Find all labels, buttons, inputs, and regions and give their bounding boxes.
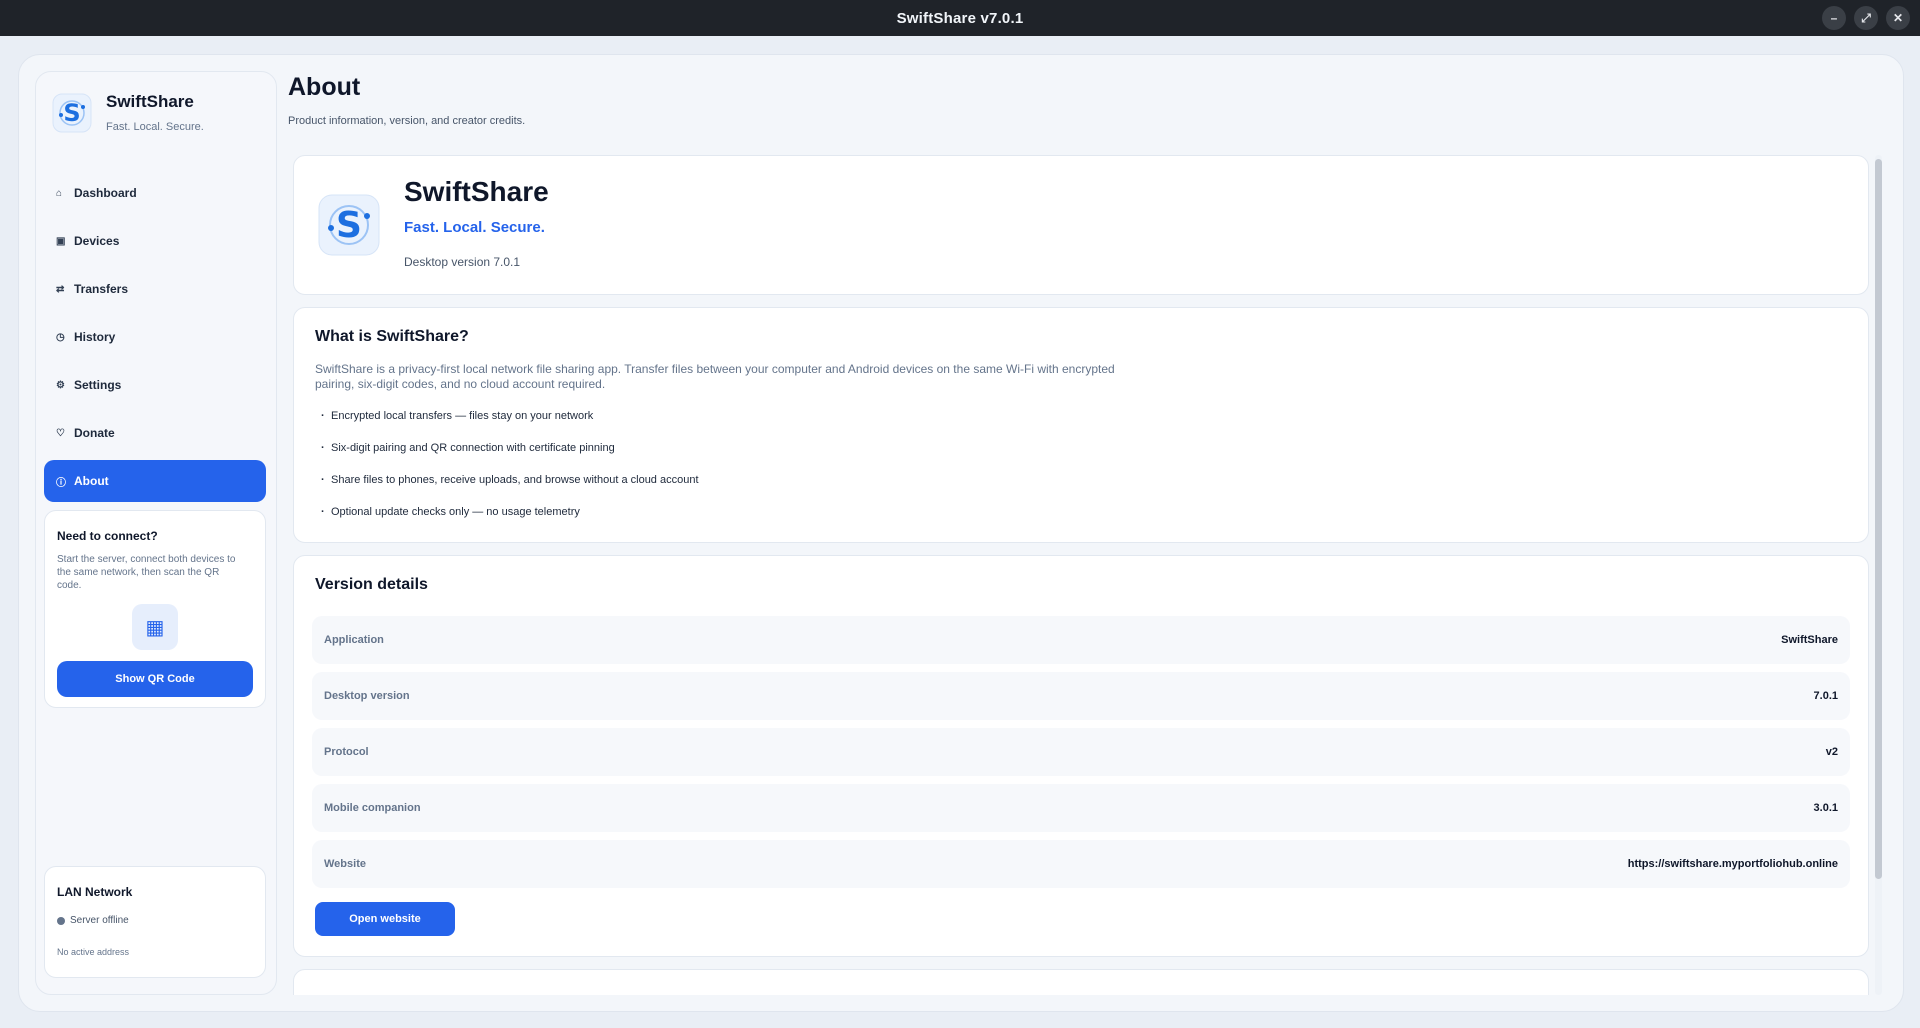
- sidebar: S SwiftShare Fast. Local. Secure. ⌂ Dash…: [35, 71, 277, 995]
- main-scroll-area[interactable]: S SwiftShare Fast. Local. Secure. Deskto…: [293, 155, 1869, 995]
- detail-key: Desktop version: [324, 690, 410, 702]
- brand-name: SwiftShare: [106, 92, 194, 111]
- detail-value: v2: [1825, 746, 1838, 758]
- product-hero-card: S SwiftShare Fast. Local. Secure. Deskto…: [293, 155, 1869, 295]
- lan-address: No active address: [57, 947, 130, 957]
- page-title: About: [288, 73, 361, 101]
- minimize-button[interactable]: –: [1822, 6, 1846, 30]
- transfer-icon: ⇄: [56, 283, 65, 295]
- gear-icon: ⚙: [56, 379, 65, 391]
- swiftshare-logo-icon: S: [52, 93, 92, 132]
- sidebar-item-label: History: [74, 330, 116, 344]
- show-qr-code-button[interactable]: Show QR Code: [57, 661, 253, 697]
- sidebar-item-label: Transfers: [74, 282, 129, 296]
- window-titlebar: SwiftShare v7.0.1 – ⤢ ✕: [0, 0, 1920, 36]
- feature-item: · Share files to phones, receive uploads,…: [321, 474, 699, 506]
- detail-key: Protocol: [324, 746, 369, 758]
- scrollbar-thumb[interactable]: [1875, 159, 1882, 879]
- feature-item: · Encrypted local transfers — files stay …: [321, 410, 699, 442]
- home-icon: ⌂: [56, 187, 63, 199]
- server-status: Server offline: [57, 915, 129, 926]
- feature-item: · Optional update checks only — no usage …: [321, 506, 699, 538]
- brand: S SwiftShare Fast. Local. Secure.: [52, 92, 204, 133]
- window-controls: – ⤢ ✕: [1822, 6, 1910, 30]
- sidebar-nav: ⌂ Dashboard ▣ Devices ⇄ Transfers ◷ Hist…: [44, 172, 266, 508]
- page-subtitle: Product information, version, and creato…: [288, 115, 526, 127]
- sidebar-item-about[interactable]: ⓘ About: [44, 460, 266, 502]
- brand-tagline: Fast. Local. Secure.: [106, 121, 204, 133]
- sidebar-item-label: Dashboard: [74, 186, 137, 200]
- sidebar-item-label: Settings: [74, 378, 122, 392]
- feature-text: Optional update checks only — no usage t…: [331, 506, 580, 518]
- info-icon: ⓘ: [56, 477, 66, 489]
- what-is-heading: What is SwiftShare?: [315, 328, 469, 345]
- detail-value: 7.0.1: [1813, 690, 1838, 702]
- what-is-description: SwiftShare is a privacy-first local netw…: [315, 362, 1115, 391]
- swiftshare-logo-icon: S: [318, 194, 380, 256]
- connect-title: Need to connect?: [57, 529, 158, 543]
- connect-card: Need to connect? Start the server, conne…: [44, 510, 266, 708]
- detail-row-mobile-companion: Mobile companion 3.0.1: [312, 784, 1850, 832]
- feature-text: Six-digit pairing and QR connection with…: [331, 442, 615, 454]
- close-button[interactable]: ✕: [1886, 6, 1910, 30]
- feature-text: Share files to phones, receive uploads, …: [331, 474, 699, 486]
- version-details-card: Version details Application SwiftShare D…: [293, 555, 1869, 957]
- bullet-icon: ·: [321, 442, 325, 454]
- clock-icon: ◷: [56, 331, 65, 343]
- detail-row-desktop-version: Desktop version 7.0.1: [312, 672, 1850, 720]
- server-status-text: Server offline: [70, 915, 129, 926]
- detail-row-application: Application SwiftShare: [312, 616, 1850, 664]
- qr-code-icon: ▦: [132, 604, 178, 650]
- sidebar-item-donate[interactable]: ♡ Donate: [44, 412, 266, 454]
- detail-value: SwiftShare: [1781, 634, 1838, 646]
- open-website-button[interactable]: Open website: [315, 902, 455, 936]
- sidebar-item-label: About: [74, 474, 109, 488]
- credits-card: [293, 969, 1869, 995]
- product-tagline: Fast. Local. Secure.: [404, 219, 545, 236]
- product-name: SwiftShare: [404, 176, 549, 207]
- version-details-heading: Version details: [315, 576, 428, 593]
- bullet-icon: ·: [321, 506, 325, 518]
- what-is-card: What is SwiftShare? SwiftShare is a priv…: [293, 307, 1869, 543]
- sidebar-item-label: Donate: [74, 426, 115, 440]
- sidebar-item-history[interactable]: ◷ History: [44, 316, 266, 358]
- detail-row-website: Website https://swiftshare.myportfoliohu…: [312, 840, 1850, 888]
- device-icon: ▣: [56, 235, 66, 247]
- detail-row-protocol: Protocol v2: [312, 728, 1850, 776]
- sidebar-item-dashboard[interactable]: ⌂ Dashboard: [44, 172, 266, 214]
- window-title: SwiftShare v7.0.1: [896, 9, 1024, 27]
- app-frame: S SwiftShare Fast. Local. Secure. ⌂ Dash…: [18, 54, 1904, 1012]
- sidebar-item-transfers[interactable]: ⇄ Transfers: [44, 268, 266, 310]
- sidebar-item-settings[interactable]: ⚙ Settings: [44, 364, 266, 406]
- maximize-button[interactable]: ⤢: [1854, 6, 1878, 30]
- svg-text:S: S: [336, 205, 362, 246]
- sidebar-item-devices[interactable]: ▣ Devices: [44, 220, 266, 262]
- heart-icon: ♡: [56, 427, 65, 439]
- connect-text: Start the server, connect both devices t…: [57, 554, 236, 591]
- product-version: Desktop version 7.0.1: [404, 255, 521, 269]
- lan-network-card: LAN Network Server offline No active add…: [44, 866, 266, 978]
- bullet-icon: ·: [321, 474, 325, 486]
- feature-item: · Six-digit pairing and QR connection wit…: [321, 442, 699, 474]
- main-scrollbar[interactable]: [1875, 155, 1882, 995]
- detail-value: 3.0.1: [1813, 802, 1838, 814]
- feature-text: Encrypted local transfers — files stay o…: [331, 410, 594, 422]
- website-link[interactable]: https://swiftshare.myportfoliohub.online: [1628, 858, 1838, 870]
- detail-key: Application: [324, 634, 384, 646]
- bullet-icon: ·: [321, 410, 325, 422]
- sidebar-item-label: Devices: [74, 234, 120, 248]
- feature-list: · Encrypted local transfers — files stay …: [321, 410, 699, 538]
- detail-key: Mobile companion: [324, 802, 421, 814]
- status-dot-icon: [57, 916, 65, 925]
- svg-text:S: S: [63, 99, 80, 127]
- lan-title: LAN Network: [57, 885, 133, 899]
- detail-key: Website: [324, 858, 366, 870]
